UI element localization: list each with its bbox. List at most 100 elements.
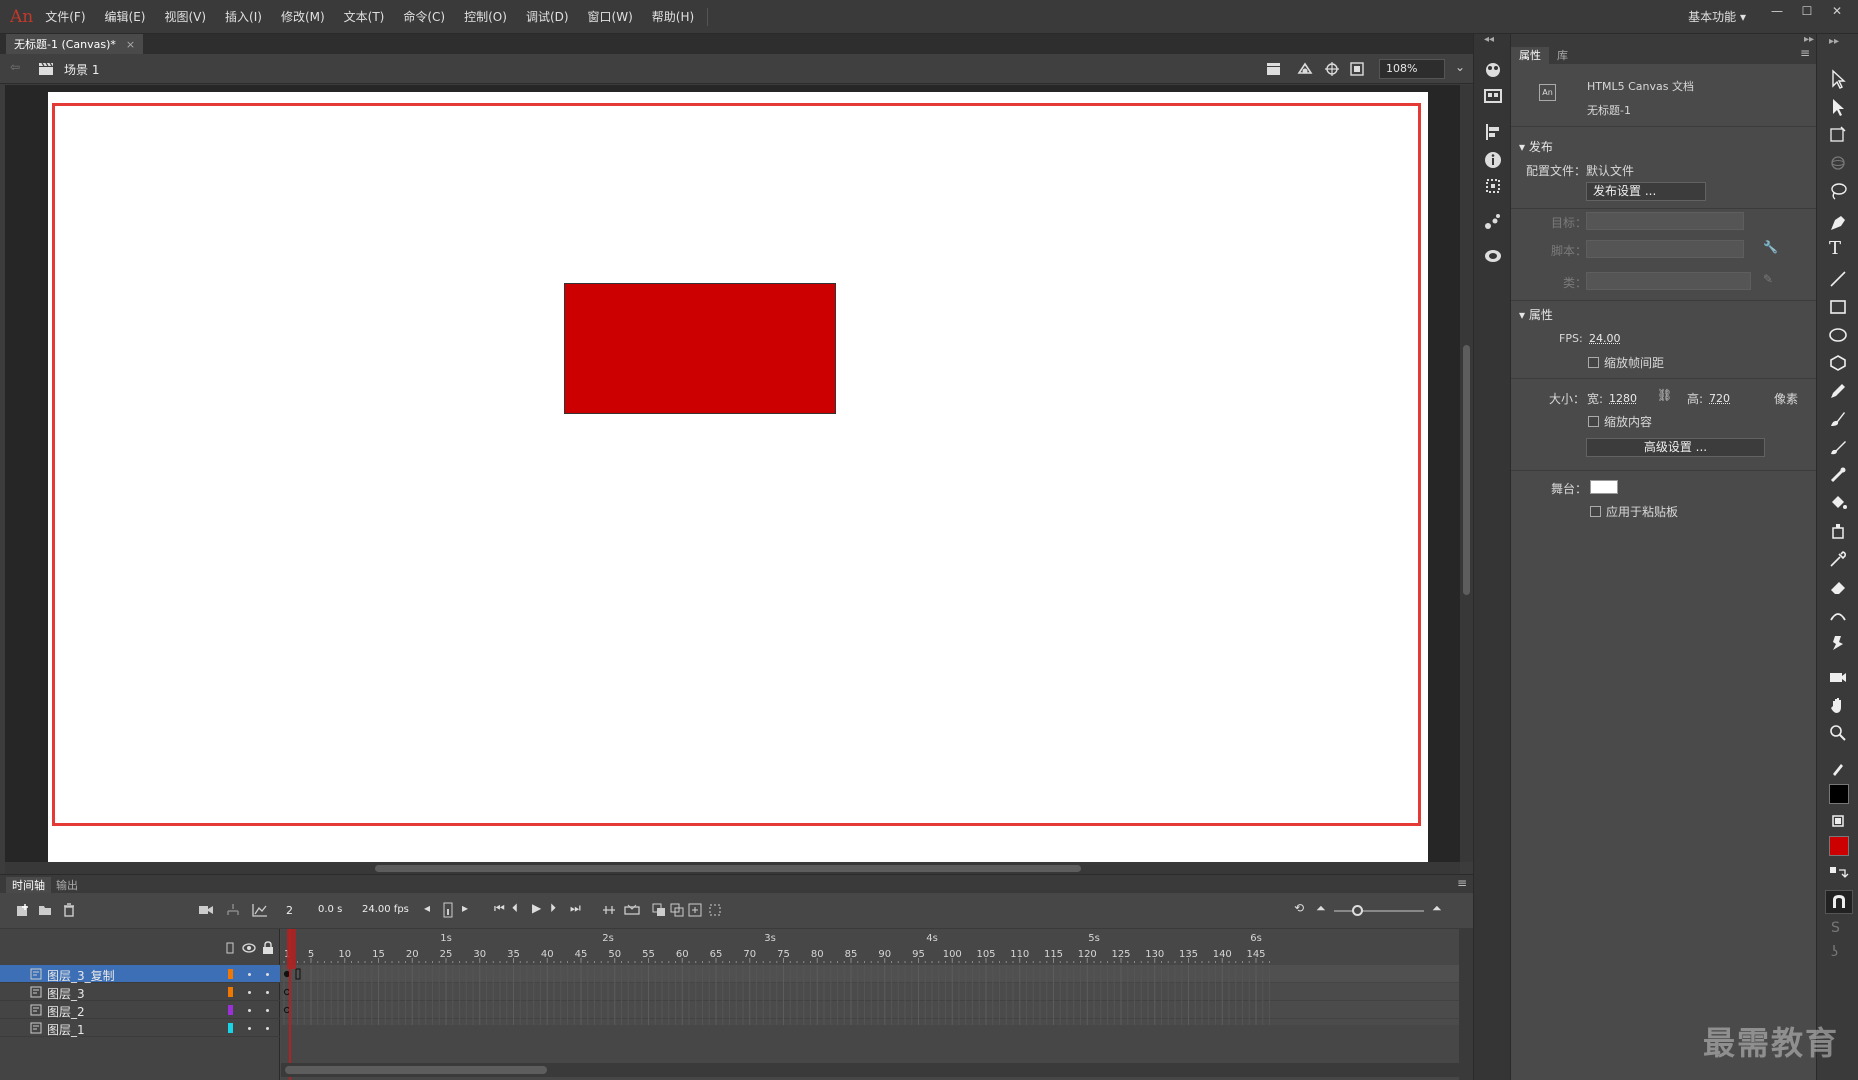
transform-panel-icon[interactable] — [1483, 176, 1503, 196]
timeline-vertical-scrollbar[interactable] — [1459, 929, 1473, 1080]
timeline-menu-icon[interactable]: ≡ — [1457, 876, 1467, 890]
edit-symbols-icon[interactable] — [1296, 61, 1314, 77]
fit-frames-icon[interactable]: ⟲ — [1294, 901, 1304, 915]
menu-commands[interactable]: 命令(C) — [403, 8, 445, 25]
layer-row[interactable]: 图层_3_复制 — [0, 965, 280, 983]
paint-brush-tool-icon[interactable] — [1827, 408, 1849, 430]
step-back-icon[interactable]: ⏴ — [512, 901, 518, 916]
layer-row[interactable]: 图层_1 — [0, 1019, 280, 1037]
width-value[interactable]: 1280 — [1609, 392, 1637, 405]
workspace-switcher[interactable]: 基本功能 ▾ — [1688, 8, 1746, 25]
layer-name[interactable]: 图层_1 — [47, 1021, 85, 1038]
playhead[interactable] — [289, 929, 291, 1080]
text-tool-icon[interactable]: T — [1829, 238, 1841, 259]
brush-tool-icon[interactable] — [1827, 436, 1849, 458]
snap-to-objects-button[interactable] — [1825, 890, 1853, 914]
close-window-button[interactable]: ✕ — [1822, 0, 1852, 22]
edit-multiple-frames-icon[interactable] — [688, 903, 702, 917]
camera-toggle-icon[interactable] — [198, 903, 214, 917]
menu-edit[interactable]: 编辑(E) — [105, 8, 146, 25]
timeline-horizontal-scroll-thumb[interactable] — [285, 1066, 547, 1074]
components-panel-icon[interactable] — [1483, 212, 1503, 232]
lasso-tool-icon[interactable] — [1827, 180, 1849, 202]
layer-lock-toggle[interactable] — [266, 1027, 269, 1030]
elapsed-time[interactable]: 0.0 s — [318, 904, 342, 915]
layer-color-indicator[interactable] — [228, 1023, 233, 1033]
layer-parenting-icon[interactable] — [226, 903, 240, 917]
width-tool-icon[interactable] — [1827, 604, 1849, 626]
paint-bucket-tool-icon[interactable] — [1827, 492, 1849, 514]
tab-timeline[interactable]: 时间轴 — [6, 877, 51, 893]
fill-color-swatch[interactable] — [1829, 836, 1849, 856]
visibility-eye-icon[interactable] — [242, 943, 256, 953]
align-panel-icon[interactable] — [1483, 122, 1503, 142]
outline-toggle-icon[interactable] — [226, 942, 234, 954]
tab-properties[interactable]: 属性 — [1511, 47, 1549, 64]
center-stage-icon[interactable] — [1325, 62, 1339, 76]
zoom-tool-icon[interactable] — [1827, 722, 1849, 744]
minimize-button[interactable]: — — [1762, 0, 1792, 22]
selection-tool-icon[interactable] — [1827, 68, 1849, 90]
layer-visibility-toggle[interactable] — [248, 973, 251, 976]
3d-rotation-tool-icon[interactable] — [1827, 152, 1849, 174]
layer-name[interactable]: 图层_3 — [47, 985, 85, 1002]
expand-panel-icon[interactable]: ▸▸ — [1804, 34, 1814, 45]
info-panel-icon[interactable] — [1483, 150, 1503, 170]
lock-icon[interactable] — [262, 941, 274, 954]
publish-section-toggle[interactable]: ▾ 发布 — [1519, 138, 1553, 155]
layer-visibility-toggle[interactable] — [248, 991, 251, 994]
color-panel-icon[interactable] — [1483, 60, 1503, 80]
maximize-button[interactable]: ☐ — [1792, 0, 1822, 22]
new-layer-icon[interactable] — [16, 903, 30, 917]
edit-scene-icon[interactable] — [1266, 62, 1284, 76]
attributes-section-toggle[interactable]: ▾ 属性 — [1519, 306, 1553, 323]
layer-visibility-toggle[interactable] — [248, 1009, 251, 1012]
scene-name[interactable]: 场景 1 — [64, 61, 99, 78]
onion-skin-outlines-icon[interactable] — [670, 903, 684, 917]
frame-size-slider-thumb[interactable] — [1352, 905, 1363, 916]
panel-menu-icon[interactable]: ≡ — [1800, 46, 1810, 60]
tab-output[interactable]: 输出 — [56, 877, 78, 893]
polystar-tool-icon[interactable] — [1827, 352, 1849, 374]
new-folder-icon[interactable] — [38, 903, 52, 917]
collapse-strip-icon[interactable]: ◂◂ — [1484, 34, 1494, 45]
layer-color-indicator[interactable] — [228, 1005, 233, 1015]
layer-lock-toggle[interactable] — [266, 1009, 269, 1012]
ink-bottle-tool-icon[interactable] — [1827, 520, 1849, 542]
menu-view[interactable]: 视图(V) — [164, 8, 206, 25]
scale-spans-checkbox[interactable] — [1588, 357, 1599, 368]
fps-value[interactable]: 24.00 — [1589, 332, 1621, 345]
frame-grid[interactable] — [281, 965, 1459, 1025]
layer-row[interactable]: 图层_3 — [0, 983, 280, 1001]
stage-vertical-scroll-thumb[interactable] — [1463, 345, 1470, 595]
height-value[interactable]: 720 — [1709, 392, 1730, 405]
modify-markers-icon[interactable] — [708, 903, 722, 917]
onion-skin-icon[interactable] — [652, 903, 666, 917]
pen-tool-icon[interactable] — [1827, 212, 1849, 234]
menu-file[interactable]: 文件(F) — [45, 8, 85, 25]
menu-debug[interactable]: 调试(D) — [526, 8, 569, 25]
back-arrow-icon[interactable]: ⇦ — [10, 60, 20, 74]
rectangle-tool-icon[interactable] — [1827, 296, 1849, 318]
layer-name[interactable]: 图层_3_复制 — [47, 967, 115, 984]
hand-tool-icon[interactable] — [1827, 694, 1849, 716]
eraser-tool-icon[interactable] — [1827, 576, 1849, 598]
clip-content-icon[interactable] — [1350, 62, 1364, 76]
onion-skin-range-icon[interactable] — [624, 903, 640, 917]
menu-modify[interactable]: 修改(M) — [281, 8, 325, 25]
menu-control[interactable]: 控制(O) — [464, 8, 507, 25]
stage-horizontal-scroll-thumb[interactable] — [375, 865, 1081, 872]
apply-pasteboard-checkbox[interactable] — [1590, 506, 1601, 517]
menu-insert[interactable]: 插入(I) — [225, 8, 262, 25]
layer-name[interactable]: 图层_2 — [47, 1003, 85, 1020]
layer-lock-toggle[interactable] — [266, 991, 269, 994]
frames-area[interactable]: 1510152025303540455055606570758085909510… — [281, 929, 1459, 1080]
menu-window[interactable]: 窗口(W) — [588, 8, 633, 25]
frame-rate[interactable]: 24.00 fps — [362, 904, 409, 915]
camera-tool-icon[interactable] — [1827, 666, 1849, 688]
frame-ruler[interactable]: 1510152025303540455055606570758085909510… — [281, 929, 1459, 969]
asset-warp-tool-icon[interactable] — [1827, 632, 1849, 654]
graph-editor-icon[interactable] — [252, 903, 268, 917]
scale-content-checkbox[interactable] — [1588, 416, 1599, 427]
bone-tool-icon[interactable] — [1827, 464, 1849, 486]
